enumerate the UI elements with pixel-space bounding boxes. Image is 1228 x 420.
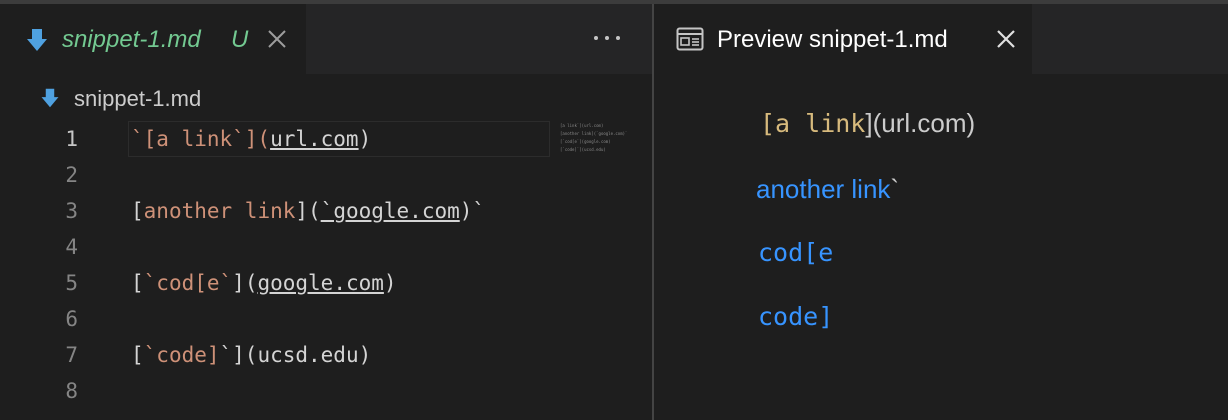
preview-icon xyxy=(676,27,704,51)
line-number: 7 xyxy=(65,343,78,367)
code-token: url.com xyxy=(270,127,359,151)
code-token: ]( xyxy=(295,199,321,223)
preview-link[interactable]: code] xyxy=(758,302,833,331)
code-text: [another link](`google.com)` xyxy=(131,193,485,229)
minimap-line: [another link](`google.com)` xyxy=(560,131,628,136)
preview-link[interactable]: cod[e xyxy=(758,238,833,267)
preview-paragraph: another link` xyxy=(756,174,899,205)
preview-tab-bar: Preview snippet-1.md xyxy=(654,4,1228,74)
code-token: [ xyxy=(131,199,144,223)
code-text: [`cod[e`](google.com) xyxy=(131,265,397,301)
preview-paragraph: [a link](url.com) xyxy=(760,108,975,139)
breadcrumb: snippet-1.md xyxy=(0,74,652,122)
editor-group: snippet-1.md U snippet-1.md 1 `[a link`](… xyxy=(0,4,652,420)
editor-tab-bar: snippet-1.md U xyxy=(0,4,652,74)
breadcrumb-item-file[interactable]: snippet-1.md xyxy=(74,86,201,112)
code-token: `google.com xyxy=(320,199,460,223)
code-text: [`code]`](ucsd.edu) xyxy=(131,337,371,373)
minimap-line: [a link`](url.com) xyxy=(560,123,604,128)
code-token: ]( xyxy=(232,271,258,295)
markdown-file-icon xyxy=(27,29,47,51)
line-number: 4 xyxy=(65,235,78,259)
editor-tab-snippet[interactable]: snippet-1.md U xyxy=(0,4,306,74)
code-token: `[a link`]( xyxy=(131,127,271,151)
code-token: [ xyxy=(131,271,144,295)
preview-tab[interactable]: Preview snippet-1.md xyxy=(654,4,1032,74)
preview-text: ` xyxy=(890,174,900,204)
preview-group: Preview snippet-1.md [a link](url.com) a… xyxy=(654,4,1228,420)
code-text: `[a link`](url.com) xyxy=(131,121,371,157)
code-token: [ xyxy=(131,343,144,367)
line-number: 6 xyxy=(65,307,78,331)
preview-paragraph: code] xyxy=(758,302,833,331)
line-number: 5 xyxy=(65,271,78,295)
minimap-line: [`cod[e`](google.com) xyxy=(560,139,611,144)
code-token: another link xyxy=(143,199,296,223)
close-icon[interactable] xyxy=(996,29,1016,49)
code-token: ) xyxy=(358,127,372,151)
code-token: )` xyxy=(459,199,486,223)
preview-text: ](url.com) xyxy=(865,108,976,138)
code-line[interactable]: 1 `[a link`](url.com) xyxy=(0,121,560,157)
inline-code: [a link xyxy=(760,109,866,138)
code-line[interactable]: 5 [`cod[e`](google.com) xyxy=(0,265,560,301)
line-number: 2 xyxy=(65,163,78,187)
preview-paragraph: cod[e xyxy=(758,238,833,267)
line-number: 1 xyxy=(65,127,78,151)
tab-label: snippet-1.md xyxy=(62,26,201,53)
code-token: google.com xyxy=(257,271,384,295)
line-number: 3 xyxy=(65,199,78,223)
markdown-file-icon xyxy=(41,88,59,108)
code-line[interactable]: 2 xyxy=(0,157,560,193)
untracked-status-badge: U xyxy=(231,26,249,53)
minimap[interactable]: [a link`](url.com) [another link](`google… xyxy=(556,121,652,420)
code-line[interactable]: 4 xyxy=(0,229,560,265)
code-line[interactable]: 6 xyxy=(0,301,560,337)
line-number: 8 xyxy=(65,379,78,403)
code-line[interactable]: 3 [another link](`google.com)` xyxy=(0,193,560,229)
minimap-line: [`code]`](ucsd.edu) xyxy=(560,147,606,152)
code-line[interactable]: 7 [`code]`](ucsd.edu) xyxy=(0,337,560,373)
code-token: ) xyxy=(383,271,397,295)
close-icon[interactable] xyxy=(266,28,288,50)
preview-link[interactable]: another link xyxy=(756,174,890,204)
code-token: `cod[e` xyxy=(143,271,233,295)
tab-label: Preview snippet-1.md xyxy=(717,26,948,53)
more-actions-icon[interactable] xyxy=(590,26,624,50)
code-line[interactable]: 8 xyxy=(0,373,560,409)
code-token: `](ucsd.edu) xyxy=(219,343,372,367)
code-token: `code] xyxy=(143,343,220,367)
